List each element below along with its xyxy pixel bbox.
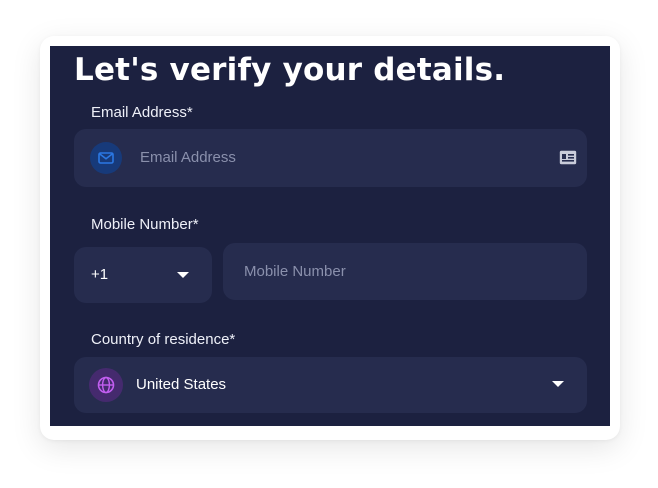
- contact-card-icon[interactable]: [559, 150, 577, 170]
- email-field[interactable]: Email Address: [74, 129, 587, 187]
- caret-down-icon: [177, 272, 189, 278]
- verify-details-panel: Let's verify your details. Email Address…: [50, 46, 610, 426]
- envelope-icon: [90, 142, 122, 174]
- mobile-label: Mobile Number*: [91, 216, 199, 233]
- country-code-select[interactable]: +1: [74, 247, 212, 303]
- country-code-value: +1: [91, 266, 109, 283]
- country-select[interactable]: United States: [74, 357, 587, 413]
- email-placeholder: Email Address: [140, 149, 236, 166]
- globe-icon: [89, 368, 123, 402]
- email-label: Email Address*: [91, 104, 193, 121]
- mobile-number-input[interactable]: Mobile Number: [223, 243, 587, 300]
- country-label: Country of residence*: [91, 331, 236, 348]
- mobile-placeholder: Mobile Number: [244, 263, 346, 280]
- page-title: Let's verify your details.: [74, 52, 506, 88]
- country-selected-value: United States: [136, 376, 227, 393]
- caret-down-icon: [552, 381, 564, 387]
